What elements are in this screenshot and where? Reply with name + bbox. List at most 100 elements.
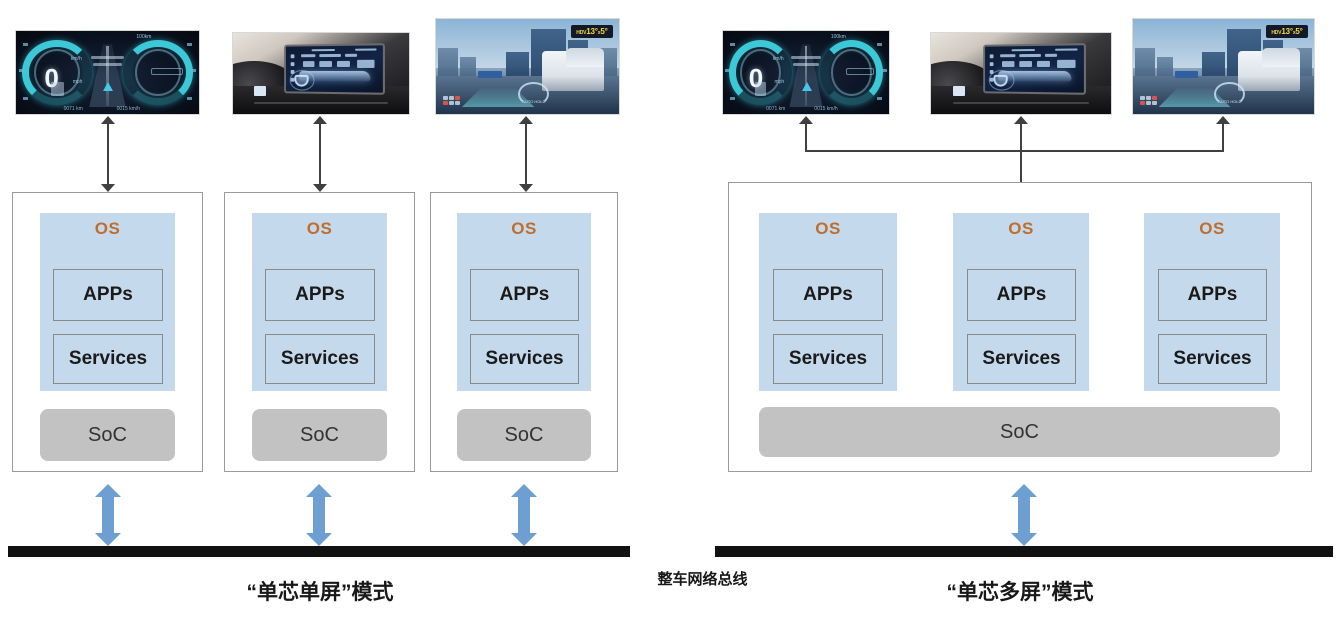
display-side-icon[interactable] (290, 62, 295, 67)
cluster-odometer-left: 0071 km (63, 105, 83, 112)
arrow-shaft (107, 122, 109, 186)
arrow-shaft (525, 122, 527, 186)
hud-icon-alert (1152, 96, 1158, 101)
screen-center-console-right (930, 32, 1112, 115)
hud-icon (1146, 101, 1152, 106)
arrowhead-up (1216, 116, 1230, 124)
lane-center-line (106, 45, 109, 106)
display-tile[interactable] (302, 61, 316, 68)
hud-fov-vertical: 5° (1295, 26, 1303, 36)
tick-mark (729, 97, 735, 101)
arrowhead-up (1011, 484, 1037, 497)
apps-box: APPs (773, 269, 883, 321)
drive-mode-chip (151, 67, 183, 75)
arrow-shaft (518, 496, 530, 534)
display-tile[interactable] (356, 59, 375, 69)
vehicle-bus-bar-right (715, 546, 1333, 557)
tick-mark (191, 69, 197, 73)
screen-link-arrow-right-1 (799, 116, 813, 152)
arrowhead-up (511, 484, 537, 497)
mode-label-right: “单芯多屏”模式 (946, 581, 1094, 604)
building (1134, 47, 1155, 80)
display-menu-row (1019, 54, 1042, 58)
arrow-shaft (319, 122, 321, 186)
display-side-icon[interactable] (990, 62, 994, 67)
dash-highlight (254, 101, 388, 105)
road-sign (1174, 71, 1199, 78)
hud-fov-prefix: HDV (1271, 29, 1282, 36)
tick-mark (23, 97, 29, 101)
apps-box: APPs (53, 269, 163, 321)
bus-link-arrow-3 (511, 484, 537, 546)
display-menu-row (1045, 54, 1058, 58)
display-tile[interactable] (1037, 61, 1051, 68)
os-label: OS (1008, 219, 1034, 238)
display-menu-row (1000, 54, 1016, 58)
tick-mark (881, 69, 887, 73)
hud-status-icons (1140, 96, 1158, 106)
tick-mark (729, 42, 735, 46)
arrow-shaft (805, 122, 807, 152)
cluster-odometer-left: 0071 km (766, 105, 786, 112)
display-tile[interactable] (1019, 61, 1033, 68)
arrow-shaft (1222, 122, 1224, 152)
hud-fov-horizontal: 13° (586, 26, 598, 36)
hud-icon (1140, 96, 1146, 101)
display-tile[interactable] (1002, 61, 1015, 68)
apps-box: APPs (967, 269, 1076, 321)
mode-label-left: “单芯单屏”模式 (246, 581, 394, 604)
hud-icon (449, 101, 455, 106)
gear-indicator (754, 82, 767, 96)
arrowhead-down (101, 184, 115, 192)
display-menu-row (319, 54, 342, 58)
hud-dial-label: AUTO HOLD (1218, 98, 1242, 104)
apps-box: APPs (265, 269, 375, 321)
services-box: Services (265, 334, 375, 384)
screen-link-arrow-right-2 (1014, 116, 1028, 192)
arrowhead-up (306, 484, 332, 497)
arrow-shaft (1018, 496, 1030, 534)
os-panel-right-1: OS APPs Services (759, 213, 897, 391)
display-tile[interactable] (337, 61, 350, 68)
tick-mark (18, 69, 24, 73)
arrowhead-up (101, 116, 115, 124)
tick-mark (725, 69, 731, 73)
display-titlebar (1012, 49, 1036, 52)
soc-box-2: SoC (252, 409, 387, 461)
display-menu-row (345, 54, 357, 58)
speed-unit-primary: km/h (70, 55, 82, 62)
os-label: OS (511, 219, 537, 238)
arrow-shaft (102, 496, 114, 534)
shared-stack-box: OS APPs Services OS APPs Services OS APP… (728, 182, 1312, 472)
arrowhead-down (511, 533, 537, 546)
hud-icon (455, 101, 461, 106)
arrowhead-up (1014, 116, 1028, 124)
arrowhead-up (519, 116, 533, 124)
stack-box-2: OS APPs Services SoC (224, 192, 415, 472)
shared-soc-box: SoC (759, 407, 1280, 457)
hud-status-icons (443, 96, 461, 106)
arrowhead-up (95, 484, 121, 497)
bus-link-arrow-2 (306, 484, 332, 546)
os-panel-right-2: OS APPs Services (953, 213, 1089, 391)
services-box: Services (967, 334, 1076, 384)
display-tile[interactable] (319, 61, 333, 68)
display-status-row (354, 49, 378, 52)
arrowhead-down (306, 533, 332, 546)
hud-icon-alert (443, 101, 449, 106)
arrowhead-up (799, 116, 813, 124)
os-label: OS (1199, 219, 1225, 238)
arrow-shaft (1020, 122, 1022, 186)
display-side-icon[interactable] (290, 54, 295, 59)
display-side-icon[interactable] (990, 54, 994, 59)
apps-box: APPs (470, 269, 579, 321)
display-tile[interactable] (1057, 59, 1077, 69)
arrowhead-down (95, 533, 121, 546)
screen-link-arrow-right-3 (1216, 116, 1230, 152)
bus-link-arrow-right (1011, 484, 1037, 546)
screen-instrument-cluster-right: 0 km/h mph 100km 0071 km 0015 km/h (722, 30, 890, 115)
gear-indicator (50, 82, 64, 96)
diagram-canvas: 0 km/h mph 100km 0071 km 0015 km/h HDV13… (0, 0, 1340, 628)
tick-mark (877, 97, 883, 101)
soc-box-3: SoC (457, 409, 591, 461)
